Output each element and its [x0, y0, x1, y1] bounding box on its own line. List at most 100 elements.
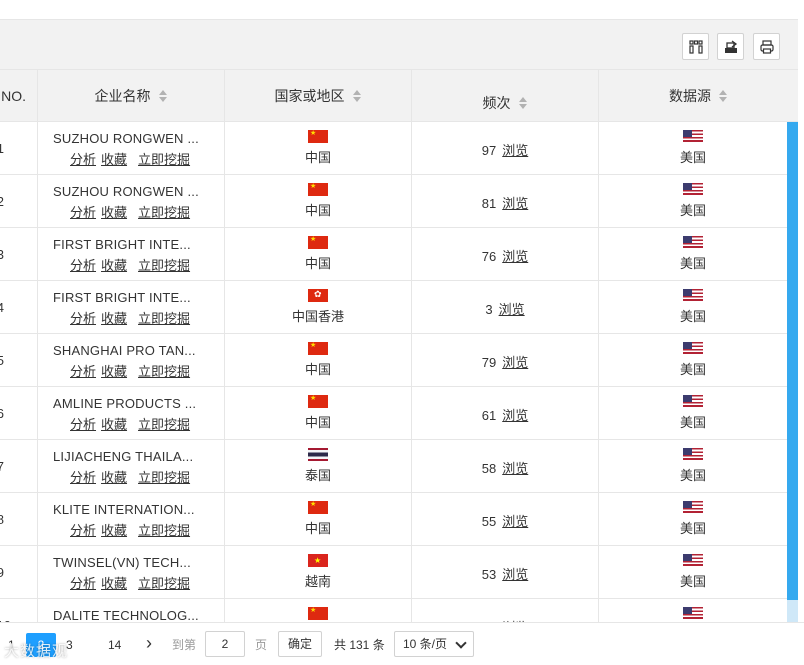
row-actions: 分析 收藏 立即挖掘: [70, 520, 195, 539]
view-link[interactable]: 浏览: [502, 461, 528, 476]
flag-us-icon: [683, 289, 703, 301]
cell-no: 7: [0, 440, 38, 492]
view-link[interactable]: 浏览: [502, 514, 528, 529]
view-link[interactable]: 浏览: [502, 355, 528, 370]
view-link[interactable]: 浏览: [499, 302, 525, 317]
header-freq-label: 频次: [482, 95, 511, 111]
favorite-link[interactable]: 收藏: [101, 523, 127, 538]
sort-icon[interactable]: [352, 90, 362, 102]
analyze-link[interactable]: 分析: [70, 364, 96, 379]
pagination: 1 2 3 14 › 到第 2 页 确定 共 131 条 10 条/页: [0, 622, 804, 665]
favorite-link[interactable]: 收藏: [101, 152, 127, 167]
sort-icon[interactable]: [518, 97, 528, 109]
header-country[interactable]: 国家或地区: [225, 70, 412, 122]
analyze-link[interactable]: 分析: [70, 205, 96, 220]
table-row: 9 TWINSEL(VN) TECH... 分析收藏立即挖掘 越南 53 浏览 美国: [0, 546, 798, 599]
favorite-link[interactable]: 收藏: [101, 576, 127, 591]
table-row: 4 FIRST BRIGHT INTE... 分析收藏立即挖掘 中国香港 3 浏览 美国: [0, 281, 798, 334]
frequency-value: 55: [481, 514, 497, 529]
cell-no: 6: [0, 387, 38, 439]
flag-us-icon: [683, 448, 703, 460]
table-row: 3 FIRST BRIGHT INTE... 分析收藏立即挖掘 中国 76 浏览 美国: [0, 228, 798, 281]
cell-country: 中国: [225, 122, 412, 174]
row-number: 4: [0, 300, 4, 315]
company-name[interactable]: KLITE INTERNATION...: [53, 502, 213, 517]
flag-vn-icon: [308, 554, 328, 567]
company-name[interactable]: SHANGHAI PRO TAN...: [53, 343, 213, 358]
watermark: 大数据观: [4, 643, 69, 660]
flag-cn-icon: [308, 607, 328, 620]
sort-icon[interactable]: [158, 90, 168, 102]
next-page-icon[interactable]: ›: [146, 631, 152, 655]
header-freq[interactable]: 频次: [412, 70, 599, 122]
page-size-select[interactable]: 10 条/页: [394, 631, 474, 657]
company-name[interactable]: SUZHOU RONGWEN ...: [53, 131, 213, 146]
export-icon[interactable]: [717, 33, 744, 60]
company-name[interactable]: AMLINE PRODUCTS ...: [53, 396, 213, 411]
favorite-link[interactable]: 收藏: [101, 364, 127, 379]
header-source[interactable]: 数据源: [599, 70, 798, 122]
favorite-link[interactable]: 收藏: [101, 470, 127, 485]
analyze-link[interactable]: 分析: [70, 523, 96, 538]
flag-cn-icon: [308, 395, 328, 408]
company-name[interactable]: FIRST BRIGHT INTE...: [53, 237, 213, 252]
mine-link[interactable]: 立即挖掘: [138, 470, 190, 485]
mine-link[interactable]: 立即挖掘: [138, 311, 190, 326]
view-link[interactable]: 浏览: [502, 249, 528, 264]
mine-link[interactable]: 立即挖掘: [138, 576, 190, 591]
analyze-link[interactable]: 分析: [70, 311, 96, 326]
favorite-link[interactable]: 收藏: [101, 311, 127, 326]
view-link[interactable]: 浏览: [502, 408, 528, 423]
country-name: 中国: [304, 150, 331, 165]
row-actions: 分析 收藏 立即挖掘: [70, 467, 195, 486]
view-link[interactable]: 浏览: [502, 196, 528, 211]
print-icon[interactable]: [753, 33, 780, 60]
table-row: 1 SUZHOU RONGWEN ... 分析收藏立即挖掘 中国 97 浏览 美国: [0, 122, 798, 175]
favorite-link[interactable]: 收藏: [101, 417, 127, 432]
analyze-link[interactable]: 分析: [70, 470, 96, 485]
mine-link[interactable]: 立即挖掘: [138, 417, 190, 432]
cell-source: 美国: [599, 440, 787, 492]
favorite-link[interactable]: 收藏: [101, 205, 127, 220]
mine-link[interactable]: 立即挖掘: [138, 205, 190, 220]
total-count: 共 131 条: [334, 638, 385, 652]
analyze-link[interactable]: 分析: [70, 152, 96, 167]
cell-country: 中国: [225, 175, 412, 227]
columns-icon[interactable]: [682, 33, 709, 60]
flag-cn-icon: [308, 130, 328, 143]
table-row: 5 SHANGHAI PRO TAN... 分析收藏立即挖掘 中国 79 浏览 美国: [0, 334, 798, 387]
sort-icon[interactable]: [719, 90, 728, 102]
flag-us-icon: [683, 607, 703, 619]
mine-link[interactable]: 立即挖掘: [138, 258, 190, 273]
row-number: 3: [0, 247, 4, 262]
goto-page-input[interactable]: 2: [205, 631, 245, 657]
page-last[interactable]: 14: [108, 633, 121, 657]
mine-link[interactable]: 立即挖掘: [138, 152, 190, 167]
flag-cn-icon: [308, 183, 328, 196]
confirm-button[interactable]: 确定: [278, 631, 322, 657]
company-name[interactable]: LIJIACHENG THAILA...: [53, 449, 213, 464]
analyze-link[interactable]: 分析: [70, 576, 96, 591]
analyze-link[interactable]: 分析: [70, 417, 96, 432]
company-name[interactable]: SUZHOU RONGWEN ...: [53, 184, 213, 199]
view-link[interactable]: 浏览: [502, 143, 528, 158]
mine-link[interactable]: 立即挖掘: [138, 364, 190, 379]
view-link[interactable]: 浏览: [502, 567, 528, 582]
cell-country: 中国: [225, 228, 412, 280]
cell-name: AMLINE PRODUCTS ... 分析 收藏 立即挖掘: [38, 387, 225, 439]
row-actions: 分析 收藏 立即挖掘: [70, 255, 195, 274]
company-name[interactable]: DALITE TECHNOLOG...: [53, 608, 213, 622]
row-number: 1: [0, 141, 4, 156]
scrollbar-thumb[interactable]: [787, 122, 798, 600]
cell-name: LIJIACHENG THAILA... 分析 收藏 立即挖掘: [38, 440, 225, 492]
mine-link[interactable]: 立即挖掘: [138, 523, 190, 538]
company-name[interactable]: FIRST BRIGHT INTE...: [53, 290, 213, 305]
header-name[interactable]: 企业名称: [38, 70, 225, 122]
table-row: 6 AMLINE PRODUCTS ... 分析收藏立即挖掘 中国 61 浏览 美国: [0, 387, 798, 440]
flag-us-icon: [683, 554, 703, 566]
company-name[interactable]: TWINSEL(VN) TECH...: [53, 555, 213, 570]
flag-us-icon: [683, 183, 703, 195]
country-name: 中国: [304, 362, 331, 377]
analyze-link[interactable]: 分析: [70, 258, 96, 273]
favorite-link[interactable]: 收藏: [101, 258, 127, 273]
